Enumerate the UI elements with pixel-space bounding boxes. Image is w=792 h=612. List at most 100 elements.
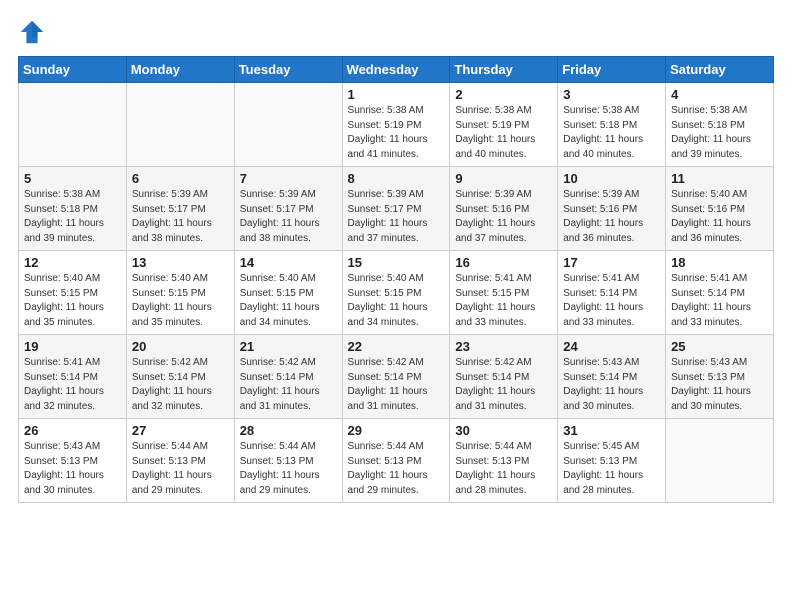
day-cell: 10 Sunrise: 5:39 AM Sunset: 5:16 PM Dayli… [558,167,666,251]
day-header-tuesday: Tuesday [234,57,342,83]
day-cell: 31 Sunrise: 5:45 AM Sunset: 5:13 PM Dayli… [558,419,666,503]
day-cell: 29Sunrise: 5:44 AM Sunset: 5:13 PM Dayli… [342,419,450,503]
day-number: 7 [240,171,338,186]
day-number: 8 [348,171,446,186]
day-number: 14 [240,255,338,270]
day-info: Sunrise: 5:42 AM Sunset: 5:14 PM Dayligh… [455,356,553,414]
day-number: 11 [671,171,769,186]
week-row-5: 26 Sunrise: 5:43 AM Sunset: 5:13 PM Dayli… [19,419,774,503]
day-cell [234,83,342,167]
day-number: 13 [132,255,230,270]
day-cell [126,83,234,167]
day-number: 3 [563,87,661,102]
day-info: Sunrise: 5:38 AM Sunset: 5:18 PM Dayligh… [671,104,769,162]
day-cell: 27Sunrise: 5:44 AM Sunset: 5:13 PM Dayli… [126,419,234,503]
day-number: 22 [348,339,446,354]
week-row-2: 5 Sunrise: 5:38 AM Sunset: 5:18 PM Daylig… [19,167,774,251]
day-number: 21 [240,339,338,354]
day-cell: 16 Sunrise: 5:41 AM Sunset: 5:15 PM Dayli… [450,251,558,335]
day-number: 25 [671,339,769,354]
day-number: 12 [24,255,122,270]
day-header-wednesday: Wednesday [342,57,450,83]
day-number: 4 [671,87,769,102]
day-header-monday: Monday [126,57,234,83]
week-row-3: 12 Sunrise: 5:40 AM Sunset: 5:15 PM Dayli… [19,251,774,335]
day-number: 19 [24,339,122,354]
page: SundayMondayTuesdayWednesdayThursdayFrid… [0,0,792,515]
day-cell: 2Sunrise: 5:38 AM Sunset: 5:19 PM Daylig… [450,83,558,167]
header-row: SundayMondayTuesdayWednesdayThursdayFrid… [19,57,774,83]
day-cell: 20 Sunrise: 5:42 AM Sunset: 5:14 PM Dayli… [126,335,234,419]
day-number: 16 [455,255,553,270]
header [18,18,774,46]
day-cell: 5 Sunrise: 5:38 AM Sunset: 5:18 PM Daylig… [19,167,127,251]
day-cell: 19 Sunrise: 5:41 AM Sunset: 5:14 PM Dayli… [19,335,127,419]
day-info: Sunrise: 5:38 AM Sunset: 5:18 PM Dayligh… [24,188,122,246]
day-cell: 4 Sunrise: 5:38 AM Sunset: 5:18 PM Daylig… [666,83,774,167]
day-cell: 9 Sunrise: 5:39 AM Sunset: 5:16 PM Daylig… [450,167,558,251]
day-info: Sunrise: 5:43 AM Sunset: 5:13 PM Dayligh… [671,356,769,414]
day-info: Sunrise: 5:40 AM Sunset: 5:15 PM Dayligh… [240,272,338,330]
day-header-friday: Friday [558,57,666,83]
day-cell: 25 Sunrise: 5:43 AM Sunset: 5:13 PM Dayli… [666,335,774,419]
day-number: 9 [455,171,553,186]
day-cell [666,419,774,503]
day-number: 15 [348,255,446,270]
day-cell: 21 Sunrise: 5:42 AM Sunset: 5:14 PM Dayli… [234,335,342,419]
day-cell: 14 Sunrise: 5:40 AM Sunset: 5:15 PM Dayli… [234,251,342,335]
day-header-sunday: Sunday [19,57,127,83]
day-header-thursday: Thursday [450,57,558,83]
day-info: Sunrise: 5:38 AM Sunset: 5:19 PM Dayligh… [348,104,446,162]
day-cell: 26 Sunrise: 5:43 AM Sunset: 5:13 PM Dayli… [19,419,127,503]
day-number: 28 [240,423,338,438]
day-info: Sunrise: 5:39 AM Sunset: 5:17 PM Dayligh… [348,188,446,246]
day-info: Sunrise: 5:43 AM Sunset: 5:13 PM Dayligh… [24,440,122,498]
day-info: Sunrise: 5:39 AM Sunset: 5:17 PM Dayligh… [132,188,230,246]
day-cell: 17Sunrise: 5:41 AM Sunset: 5:14 PM Dayli… [558,251,666,335]
day-number: 2 [455,87,553,102]
day-info: Sunrise: 5:45 AM Sunset: 5:13 PM Dayligh… [563,440,661,498]
day-number: 20 [132,339,230,354]
day-cell: 8 Sunrise: 5:39 AM Sunset: 5:17 PM Daylig… [342,167,450,251]
day-cell: 24Sunrise: 5:43 AM Sunset: 5:14 PM Dayli… [558,335,666,419]
day-cell: 28 Sunrise: 5:44 AM Sunset: 5:13 PM Dayli… [234,419,342,503]
day-number: 23 [455,339,553,354]
day-number: 18 [671,255,769,270]
day-number: 10 [563,171,661,186]
day-info: Sunrise: 5:44 AM Sunset: 5:13 PM Dayligh… [455,440,553,498]
day-cell: 12 Sunrise: 5:40 AM Sunset: 5:15 PM Dayli… [19,251,127,335]
day-cell: 23 Sunrise: 5:42 AM Sunset: 5:14 PM Dayli… [450,335,558,419]
day-info: Sunrise: 5:44 AM Sunset: 5:13 PM Dayligh… [240,440,338,498]
day-info: Sunrise: 5:39 AM Sunset: 5:17 PM Dayligh… [240,188,338,246]
day-number: 30 [455,423,553,438]
day-cell: 18Sunrise: 5:41 AM Sunset: 5:14 PM Dayli… [666,251,774,335]
day-number: 26 [24,423,122,438]
day-cell: 22 Sunrise: 5:42 AM Sunset: 5:14 PM Dayli… [342,335,450,419]
day-info: Sunrise: 5:44 AM Sunset: 5:13 PM Dayligh… [348,440,446,498]
day-cell: 6 Sunrise: 5:39 AM Sunset: 5:17 PM Daylig… [126,167,234,251]
day-info: Sunrise: 5:42 AM Sunset: 5:14 PM Dayligh… [240,356,338,414]
day-info: Sunrise: 5:42 AM Sunset: 5:14 PM Dayligh… [348,356,446,414]
day-number: 6 [132,171,230,186]
day-info: Sunrise: 5:40 AM Sunset: 5:15 PM Dayligh… [24,272,122,330]
day-number: 1 [348,87,446,102]
day-cell: 11 Sunrise: 5:40 AM Sunset: 5:16 PM Dayli… [666,167,774,251]
day-number: 31 [563,423,661,438]
day-number: 5 [24,171,122,186]
day-info: Sunrise: 5:41 AM Sunset: 5:15 PM Dayligh… [455,272,553,330]
day-info: Sunrise: 5:42 AM Sunset: 5:14 PM Dayligh… [132,356,230,414]
day-cell: 13 Sunrise: 5:40 AM Sunset: 5:15 PM Dayli… [126,251,234,335]
day-info: Sunrise: 5:39 AM Sunset: 5:16 PM Dayligh… [563,188,661,246]
day-cell: 7 Sunrise: 5:39 AM Sunset: 5:17 PM Daylig… [234,167,342,251]
logo-icon [18,18,46,46]
day-number: 27 [132,423,230,438]
day-info: Sunrise: 5:41 AM Sunset: 5:14 PM Dayligh… [24,356,122,414]
day-info: Sunrise: 5:40 AM Sunset: 5:15 PM Dayligh… [348,272,446,330]
day-info: Sunrise: 5:40 AM Sunset: 5:15 PM Dayligh… [132,272,230,330]
day-cell [19,83,127,167]
day-cell: 30 Sunrise: 5:44 AM Sunset: 5:13 PM Dayli… [450,419,558,503]
day-info: Sunrise: 5:40 AM Sunset: 5:16 PM Dayligh… [671,188,769,246]
day-number: 24 [563,339,661,354]
day-info: Sunrise: 5:39 AM Sunset: 5:16 PM Dayligh… [455,188,553,246]
day-cell: 3Sunrise: 5:38 AM Sunset: 5:18 PM Daylig… [558,83,666,167]
